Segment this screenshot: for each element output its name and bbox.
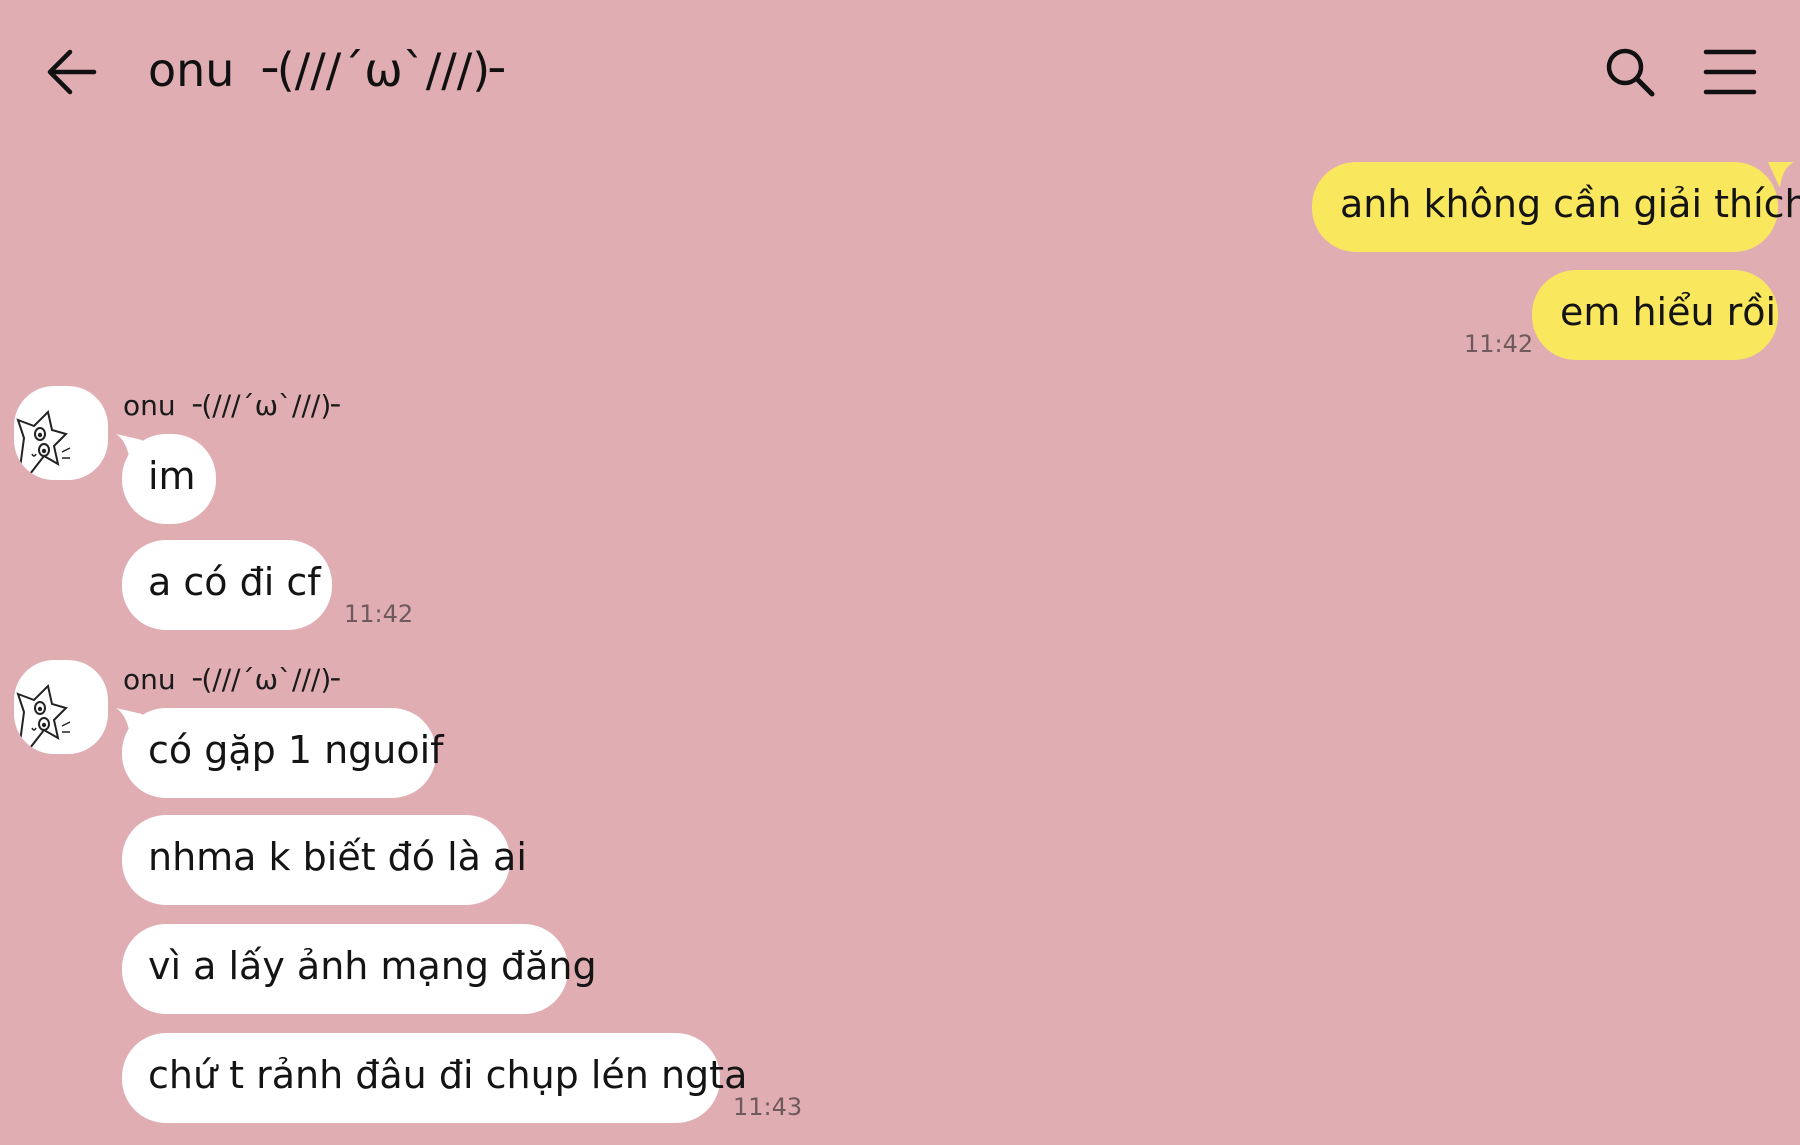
avatar[interactable] (14, 386, 108, 480)
outgoing-message[interactable]: em hiểu rồi (1532, 270, 1778, 360)
sender-name: onu ╶(∕∕∕´ω`∕∕∕)╴ (123, 663, 349, 696)
avatar[interactable] (14, 660, 108, 754)
search-icon (1606, 48, 1655, 97)
menu-button[interactable] (1698, 40, 1762, 104)
sender-name: onu ╶(∕∕∕´ω`∕∕∕)╴ (123, 389, 349, 422)
outgoing-message[interactable]: anh không cần giải thích (1312, 162, 1800, 252)
back-button[interactable] (40, 40, 104, 104)
incoming-message[interactable]: vì a lấy ảnh mạng đăng (122, 924, 597, 1014)
message-time: 11:42 (1464, 330, 1534, 358)
message-time: 11:42 (344, 600, 414, 628)
cat-avatar-icon (16, 684, 71, 750)
arrow-left-icon (47, 49, 97, 95)
incoming-message[interactable]: chứ t rảnh đâu đi chụp lén ngta (122, 1033, 747, 1123)
message-time: 11:43 (733, 1093, 803, 1121)
hamburger-menu-icon (1703, 49, 1757, 95)
message-text: có gặp 1 nguoif (148, 728, 444, 772)
cat-avatar-icon (16, 410, 71, 476)
message-text: chứ t rảnh đâu đi chụp lén ngta (148, 1053, 748, 1097)
incoming-message[interactable]: có gặp 1 nguoif (122, 708, 444, 798)
incoming-message[interactable]: im (122, 434, 216, 524)
message-text: anh không cần giải thích (1340, 182, 1800, 226)
message-text: nhma k biết đó là ai (148, 835, 527, 879)
message-text: im (148, 454, 196, 498)
chat-title: onu ╶(∕∕∕´ω`∕∕∕)╴ (148, 43, 518, 97)
incoming-message[interactable]: nhma k biết đó là ai (122, 815, 527, 905)
message-list[interactable]: anh không cần giải thích 11:42 em hiểu r… (0, 140, 1800, 1145)
chat-header: onu ╶(∕∕∕´ω`∕∕∕)╴ (0, 0, 1800, 140)
search-button[interactable] (1598, 40, 1662, 104)
message-text: vì a lấy ảnh mạng đăng (148, 944, 597, 988)
incoming-message[interactable]: a có đi cf (122, 540, 332, 630)
message-text: a có đi cf (148, 560, 321, 604)
bubble-tail (1768, 162, 1794, 188)
message-text: em hiểu rồi (1560, 290, 1777, 334)
